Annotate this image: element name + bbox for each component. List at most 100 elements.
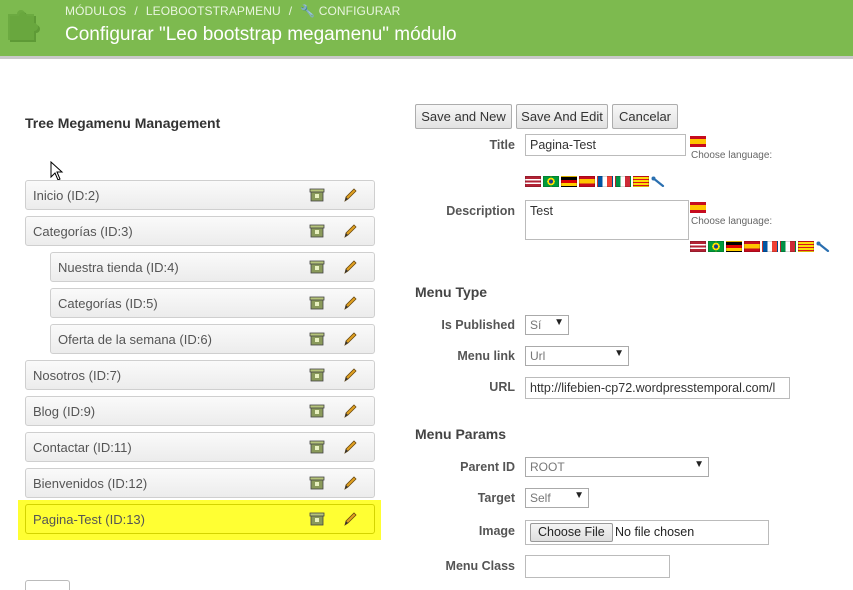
pencil-icon[interactable]: [342, 187, 358, 203]
target-select[interactable]: Self ▼: [525, 488, 589, 508]
menu-link-value: Url: [530, 349, 546, 363]
menu-params-heading: Menu Params: [415, 426, 507, 442]
save-and-new-button[interactable]: Save and New: [415, 104, 512, 129]
tree-item-label: Contactar (ID:11): [33, 440, 132, 455]
image-file-input: Choose File No file chosen: [525, 520, 769, 545]
tree-title: Tree Megamenu Management: [25, 115, 221, 131]
description-flags-row: [690, 241, 830, 253]
breadcrumb-leobootstrapmenu[interactable]: LEOBOOTSTRAPMENU: [146, 4, 281, 18]
wrench-icon[interactable]: [651, 176, 665, 187]
br-flag-icon[interactable]: [708, 241, 724, 252]
tree-item-label: Bienvenidos (ID:12): [33, 476, 148, 491]
delete-icon[interactable]: [309, 331, 325, 347]
delete-icon[interactable]: [309, 367, 325, 383]
it-flag-icon[interactable]: [615, 176, 631, 187]
mouse-cursor-icon: [50, 161, 64, 181]
is-published-value: Sí: [530, 318, 542, 332]
target-value: Self: [530, 491, 551, 505]
pencil-icon[interactable]: [342, 511, 358, 527]
save-and-edit-button[interactable]: Save And Edit: [516, 104, 608, 129]
menu-link-label: Menu link: [457, 349, 515, 363]
is-published-select[interactable]: Sí ▼: [525, 315, 569, 335]
choose-file-button[interactable]: Choose File: [530, 523, 613, 542]
delete-icon[interactable]: [309, 295, 325, 311]
tree-item[interactable]: Categorías (ID:3): [25, 216, 375, 246]
tree-item[interactable]: Contactar (ID:11): [25, 432, 375, 462]
es-flag-icon[interactable]: [579, 176, 595, 187]
es-flag-icon[interactable]: [744, 241, 760, 252]
tree-item-label: Categorías (ID:5): [58, 296, 158, 311]
es-flag-icon[interactable]: [690, 200, 706, 213]
tree-item-label: Nuestra tienda (ID:4): [58, 260, 179, 275]
chevron-down-icon: ▼: [614, 348, 624, 359]
url-label: URL: [489, 380, 515, 394]
pencil-icon[interactable]: [342, 439, 358, 455]
breadcrumb-modulos[interactable]: MÓDULOS: [65, 4, 126, 18]
tree-item[interactable]: Pagina-Test (ID:13): [25, 504, 375, 534]
breadcrumb-configurar: CONFIGURAR: [318, 4, 401, 18]
tree-item[interactable]: Nosotros (ID:7): [25, 360, 375, 390]
chevron-down-icon: ▼: [694, 459, 704, 470]
fr-flag-icon[interactable]: [762, 241, 778, 252]
description-textarea[interactable]: Test: [525, 200, 689, 240]
wrench-icon[interactable]: [816, 241, 830, 252]
ca-flag-icon[interactable]: [798, 241, 814, 252]
pencil-icon[interactable]: [342, 367, 358, 383]
chevron-down-icon: ▼: [574, 490, 584, 501]
url-input[interactable]: http://lifebien-cp72.wordpresstemporal.c…: [525, 377, 790, 399]
delete-icon[interactable]: [309, 259, 325, 275]
it-flag-icon[interactable]: [780, 241, 796, 252]
pencil-icon[interactable]: [342, 403, 358, 419]
tree-item[interactable]: Oferta de la semana (ID:6): [50, 324, 375, 354]
es-flag-icon[interactable]: [690, 134, 706, 147]
us-flag-icon[interactable]: [690, 241, 706, 252]
menu-link-select[interactable]: Url ▼: [525, 346, 629, 366]
delete-icon[interactable]: [309, 403, 325, 419]
title-input[interactable]: Pagina-Test: [525, 134, 686, 156]
menu-type-heading: Menu Type: [415, 284, 488, 300]
pencil-icon[interactable]: [342, 295, 358, 311]
description-label: Description: [446, 204, 515, 218]
no-file-text: No file chosen: [615, 525, 695, 539]
page-title: Configurar "Leo bootstrap megamenu" módu…: [65, 24, 457, 45]
is-published-label: Is Published: [441, 318, 515, 332]
tree-item-label: Categorías (ID:3): [33, 224, 133, 239]
ca-flag-icon[interactable]: [633, 176, 649, 187]
pencil-icon[interactable]: [342, 259, 358, 275]
delete-icon[interactable]: [309, 511, 325, 527]
title-flags-row: [525, 176, 665, 188]
fr-flag-icon[interactable]: [597, 176, 613, 187]
choose-language-label-desc: Choose language:: [691, 216, 773, 227]
tree-item-label: Pagina-Test (ID:13): [33, 512, 145, 527]
tree-item[interactable]: Nuestra tienda (ID:4): [50, 252, 375, 282]
chevron-down-icon: ▼: [554, 317, 564, 328]
parent-id-select[interactable]: ROOT ▼: [525, 457, 709, 477]
tree-item[interactable]: Inicio (ID:2): [25, 180, 375, 210]
cancel-button[interactable]: Cancelar: [612, 104, 678, 129]
header-divider: [0, 56, 853, 59]
de-flag-icon[interactable]: [726, 241, 742, 252]
tree-item-label: Oferta de la semana (ID:6): [58, 332, 212, 347]
tree-item-label: Nosotros (ID:7): [33, 368, 122, 383]
tree-item[interactable]: Blog (ID:9): [25, 396, 375, 426]
tree-item[interactable]: Bienvenidos (ID:12): [25, 468, 375, 498]
delete-icon[interactable]: [309, 223, 325, 239]
br-flag-icon[interactable]: [543, 176, 559, 187]
title-label: Title: [489, 138, 515, 152]
bottom-button-stub[interactable]: [25, 580, 70, 590]
pencil-icon[interactable]: [342, 331, 358, 347]
de-flag-icon[interactable]: [561, 176, 577, 187]
delete-icon[interactable]: [309, 475, 325, 491]
tree-item-label: Inicio (ID:2): [33, 188, 100, 203]
tree-item[interactable]: Categorías (ID:5): [50, 288, 375, 318]
delete-icon[interactable]: [309, 187, 325, 203]
puzzle-icon: [8, 10, 40, 42]
us-flag-icon[interactable]: [525, 176, 541, 187]
pencil-icon[interactable]: [342, 223, 358, 239]
parent-id-label: Parent ID: [460, 460, 515, 474]
menu-class-input[interactable]: [525, 555, 670, 578]
wrench-icon: 🔧: [300, 4, 316, 18]
delete-icon[interactable]: [309, 439, 325, 455]
pencil-icon[interactable]: [342, 475, 358, 491]
page-header: MÓDULOS / LEOBOOTSTRAPMENU / 🔧 CONFIGURAR Co…: [0, 0, 853, 56]
